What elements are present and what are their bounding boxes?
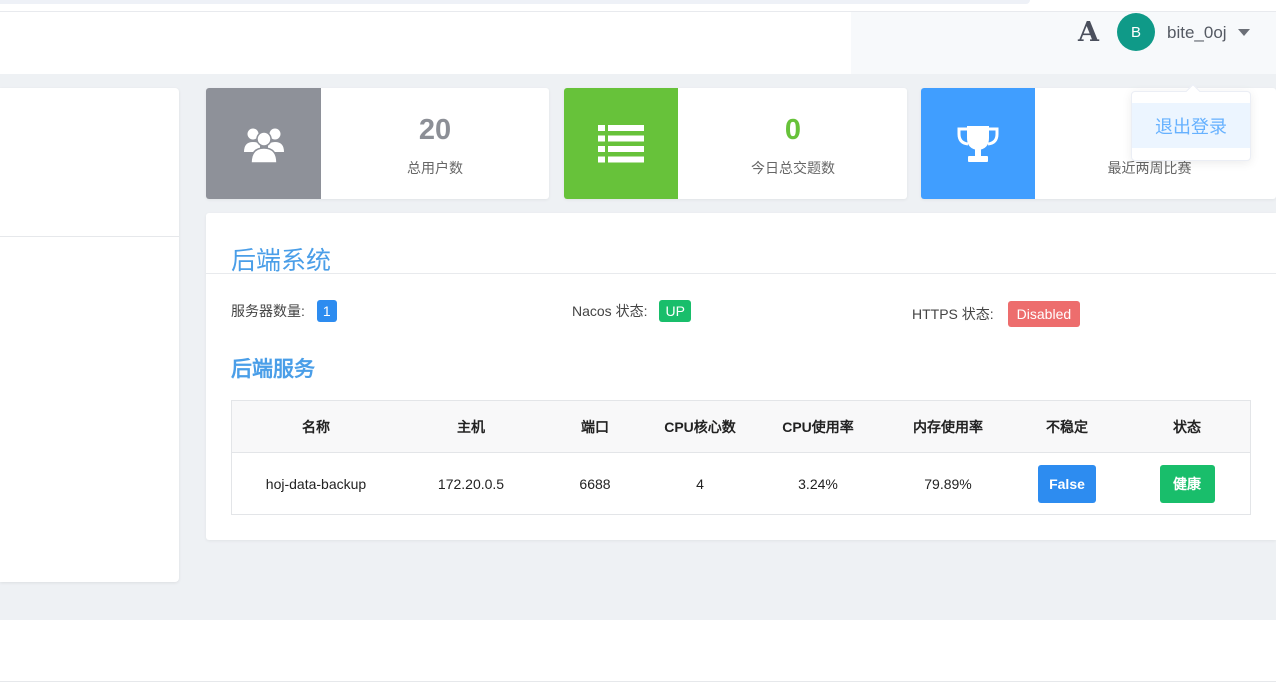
service-cpu-usage: 3.24% — [798, 475, 838, 492]
https-status-info: HTTPS 状态: Disabled — [912, 301, 1081, 327]
https-status-label: HTTPS 状态: — [912, 306, 994, 322]
stat-value: 0 — [784, 114, 802, 146]
username[interactable]: bite_0oj — [1167, 23, 1227, 43]
services-table: 名称 主机 端口 CPU核心数 CPU使用率 内存使用率 不稳定 状态 hoj-… — [231, 400, 1251, 515]
main-content: 20 总用户数 0 今日总交题数 最近两周比赛 后端系统 服务器数量: 1 Na… — [0, 74, 1276, 620]
column-header: 状态 — [1173, 418, 1201, 435]
server-count-label: 服务器数量: — [231, 303, 305, 319]
logout-menu-item[interactable]: 退出登录 — [1132, 103, 1250, 148]
stat-card-users: 20 总用户数 — [206, 88, 549, 199]
stat-label: 总用户数 — [407, 160, 463, 176]
nacos-status-info: Nacos 状态: UP — [572, 300, 691, 322]
backend-panel: 后端系统 服务器数量: 1 Nacos 状态: UP HTTPS 状态: Dis… — [206, 213, 1276, 540]
service-memory-usage: 79.89% — [924, 475, 972, 492]
column-header: 名称 — [302, 418, 330, 435]
server-count-info: 服务器数量: 1 — [231, 300, 337, 322]
footer-divider — [0, 681, 1276, 682]
stat-icon-box — [206, 88, 321, 199]
stat-value: 20 — [418, 114, 452, 146]
nacos-status-label: Nacos 状态: — [572, 303, 648, 319]
stat-label: 今日总交题数 — [751, 160, 835, 176]
caret-down-icon[interactable] — [1238, 29, 1250, 36]
service-port: 6688 — [579, 475, 611, 492]
unstable-button[interactable]: False — [1038, 464, 1096, 503]
service-cpu-cores: 4 — [696, 475, 704, 492]
panel-divider — [206, 273, 1276, 274]
users-icon — [243, 128, 284, 164]
table-row: hoj-data-backup 172.20.0.5 6688 4 3.24% … — [232, 453, 1250, 514]
column-header: 主机 — [457, 418, 485, 435]
column-header: 不稳定 — [1046, 418, 1088, 435]
unstable-cell: False — [1012, 453, 1122, 514]
stat-label: 最近两周比赛 — [1107, 160, 1192, 176]
left-card — [0, 88, 179, 582]
trophy-icon — [957, 125, 999, 162]
service-name: hoj-data-backup — [265, 475, 367, 492]
column-header: 内存使用率 — [913, 418, 983, 435]
service-host: 172.20.0.5 — [437, 475, 505, 492]
font-size-icon[interactable]: A — [1078, 17, 1099, 48]
nacos-status-badge: UP — [659, 300, 691, 322]
user-dropdown-menu: 退出登录 — [1131, 83, 1251, 161]
header-user-area — [851, 12, 1276, 74]
stat-icon-box — [921, 88, 1035, 199]
list-icon — [598, 124, 644, 162]
top-strip — [0, 0, 1276, 12]
column-header: CPU核心数 — [664, 418, 736, 435]
server-count-badge: 1 — [316, 300, 337, 322]
stat-icon-box — [564, 88, 678, 199]
status-button[interactable]: 健康 — [1159, 464, 1215, 503]
left-card-divider — [0, 236, 179, 237]
table-header: 名称 主机 端口 CPU核心数 CPU使用率 内存使用率 不稳定 状态 — [232, 401, 1250, 453]
column-header: 端口 — [581, 418, 609, 435]
avatar[interactable]: B — [1117, 13, 1155, 51]
top-strip-pill — [0, 0, 1030, 4]
stat-card-submissions: 0 今日总交题数 — [564, 88, 907, 199]
section-title: 后端服务 — [231, 358, 315, 381]
panel-title: 后端系统 — [231, 247, 332, 275]
column-header: CPU使用率 — [782, 418, 854, 435]
status-cell: 健康 — [1122, 453, 1252, 514]
https-status-badge: Disabled — [1007, 301, 1081, 327]
